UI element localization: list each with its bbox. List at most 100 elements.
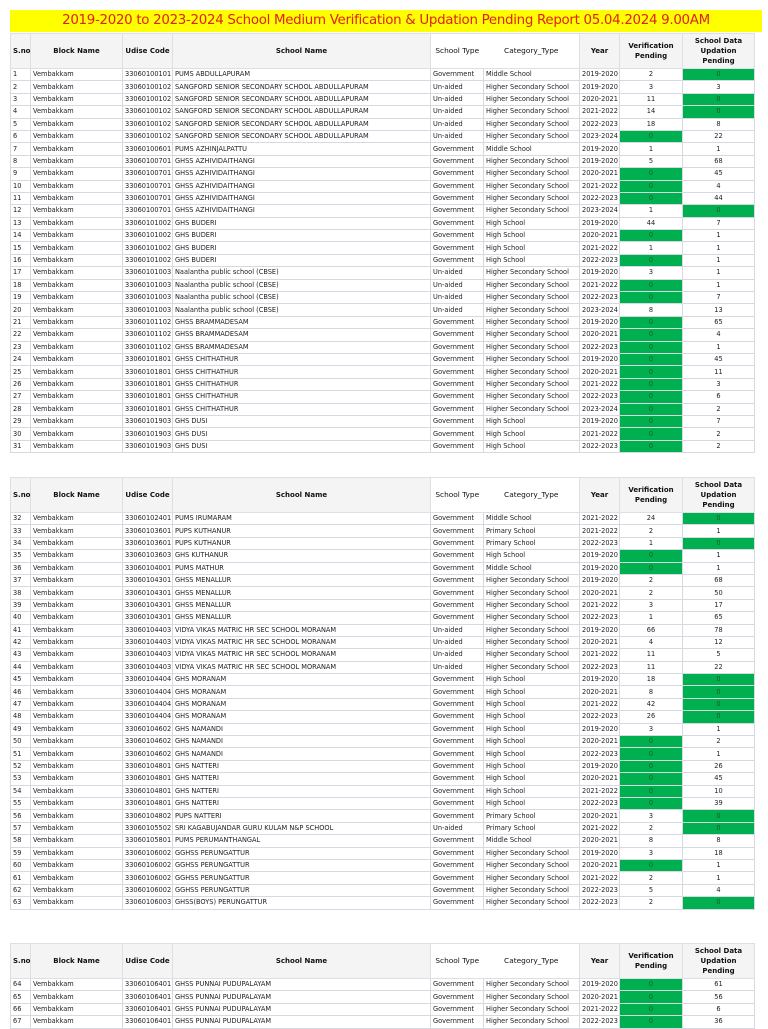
cell-school-type: Government <box>430 673 484 687</box>
cell-sno: 18 <box>10 278 31 293</box>
cell-block-name: Vembakkam <box>30 673 123 687</box>
column-header-school-name: School Name <box>172 33 431 69</box>
cell-year: 2022-2023 <box>579 611 620 625</box>
cell-udise-code: 33060100601 <box>122 142 173 156</box>
column-header-updation-pending: School Data Updation Pending <box>682 33 755 69</box>
cell-sno: 56 <box>10 809 31 823</box>
table-row: 33 Vembakkam 33060103601 PUPS KUTHANUR Gover… <box>10 524 755 538</box>
column-header-category-type: Category_Type <box>483 943 580 979</box>
cell-school-name: GHS DUSI <box>172 439 431 454</box>
cell-school-type: Un-aided <box>430 821 484 836</box>
cell-sno: 22 <box>10 328 31 342</box>
cell-block-name: Vembakkam <box>30 990 123 1004</box>
cell-udise-code: 33060101003 <box>122 303 173 317</box>
cell-school-type: Government <box>430 722 484 737</box>
cell-category-type: High School <box>483 216 580 231</box>
cell-sno: 31 <box>10 439 31 454</box>
cell-school-name: GHSS PUNNAI PUDUPALAYAM <box>172 977 431 992</box>
cell-verification-pending: 3 <box>619 80 683 94</box>
table-row: 42 Vembakkam 33060104403 VIDYA VIKAS MATRIC… <box>10 635 755 650</box>
cell-block-name: Vembakkam <box>30 598 123 613</box>
cell-updation-pending: 78 <box>682 623 755 637</box>
cell-verification-pending: 3 <box>619 266 683 280</box>
cell-sno: 17 <box>10 266 31 280</box>
cell-school-name: GHSS MENALLUR <box>172 611 431 625</box>
cell-year: 2022-2023 <box>579 253 620 268</box>
cell-block-name: Vembakkam <box>30 524 123 538</box>
report-table-section-3: S.no Block Name Udise Code School Name Schoo… <box>10 943 755 1029</box>
cell-udise-code: 33060101903 <box>122 427 173 441</box>
cell-udise-code: 33060104801 <box>122 772 173 786</box>
cell-updation-pending: 1 <box>682 241 755 255</box>
cell-updation-pending: 4 <box>682 179 755 193</box>
cell-school-type: Government <box>430 253 484 268</box>
table-row: 15 Vembakkam 33060101002 GHS BUDERI Governme… <box>10 241 755 255</box>
cell-school-type: Government <box>430 598 484 613</box>
cell-category-type: Higher Secondary School <box>483 623 580 637</box>
cell-block-name: Vembakkam <box>30 549 123 563</box>
cell-sno: 5 <box>10 117 31 131</box>
cell-school-name: GHS BUDERI <box>172 241 431 255</box>
report-table: S.no Block Name Udise Code School Name Schoo… <box>10 477 755 910</box>
table-row: 27 Vembakkam 33060101801 GHSS CHITHATHUR Gov… <box>10 390 755 404</box>
cell-verification-pending: 0 <box>619 390 683 404</box>
cell-udise-code: 33060101801 <box>122 390 173 404</box>
cell-school-name: GHSS PUNNAI PUDUPALAYAM <box>172 1015 431 1029</box>
cell-udise-code: 33060100701 <box>122 179 173 193</box>
cell-verification-pending: 0 <box>619 229 683 243</box>
cell-year: 2021-2022 <box>579 1002 620 1017</box>
cell-school-name: GHS NATTERI <box>172 784 431 799</box>
cell-block-name: Vembakkam <box>30 291 123 305</box>
cell-block-name: Vembakkam <box>30 80 123 94</box>
cell-sno: 59 <box>10 846 31 860</box>
cell-updation-pending: 65 <box>682 611 755 625</box>
cell-sno: 12 <box>10 204 31 218</box>
cell-year: 2022-2023 <box>579 291 620 305</box>
table-row: 45 Vembakkam 33060104404 GHS MORANAM Governm… <box>10 673 755 687</box>
cell-udise-code: 33060101801 <box>122 352 173 367</box>
cell-school-type: Government <box>430 536 484 551</box>
cell-category-type: Higher Secondary School <box>483 635 580 650</box>
cell-verification-pending: 11 <box>619 648 683 662</box>
cell-year: 2019-2020 <box>579 722 620 737</box>
cell-category-type: Higher Secondary School <box>483 573 580 588</box>
cell-udise-code: 33060104301 <box>122 598 173 613</box>
cell-updation-pending: 26 <box>682 759 755 774</box>
cell-verification-pending: 8 <box>619 834 683 848</box>
cell-block-name: Vembakkam <box>30 105 123 119</box>
cell-sno: 34 <box>10 536 31 551</box>
cell-updation-pending: 0 <box>682 105 755 119</box>
cell-year: 2021-2022 <box>579 427 620 441</box>
table-row: 5 Vembakkam 33060100102 SANGFORD SENIOR SEC… <box>10 117 755 131</box>
cell-school-name: PUMS MATHUR <box>172 561 431 575</box>
cell-sno: 60 <box>10 858 31 873</box>
table-row: 40 Vembakkam 33060104301 GHSS MENALLUR Gover… <box>10 611 755 625</box>
cell-school-type: Government <box>430 511 484 526</box>
cell-school-name: VIDYA VIKAS MATRIC HR SEC SCHOOL MORANAM <box>172 635 431 650</box>
cell-verification-pending: 1 <box>619 536 683 551</box>
cell-category-type: High School <box>483 796 580 811</box>
cell-school-name: GHS MORANAM <box>172 710 431 724</box>
cell-year: 2019-2020 <box>579 623 620 637</box>
cell-udise-code: 33060104801 <box>122 759 173 774</box>
table-row: 46 Vembakkam 33060104404 GHS MORANAM Governm… <box>10 685 755 699</box>
cell-block-name: Vembakkam <box>30 697 123 712</box>
cell-school-name: GHSS BRAMMADESAM <box>172 315 431 330</box>
cell-verification-pending: 0 <box>619 796 683 811</box>
cell-udise-code: 33060104301 <box>122 586 173 600</box>
cell-school-type: Government <box>430 561 484 575</box>
cell-block-name: Vembakkam <box>30 253 123 268</box>
cell-school-name: GGHSS PERUNGATTUR <box>172 871 431 885</box>
cell-updation-pending: 39 <box>682 796 755 811</box>
cell-school-type: Government <box>430 573 484 588</box>
table-row: 31 Vembakkam 33060101903 GHS DUSI Government… <box>10 439 755 454</box>
cell-udise-code: 33060103601 <box>122 524 173 538</box>
cell-verification-pending: 0 <box>619 179 683 193</box>
cell-sno: 52 <box>10 759 31 774</box>
cell-year: 2021-2022 <box>579 179 620 193</box>
cell-block-name: Vembakkam <box>30 1002 123 1017</box>
table-row: 19 Vembakkam 33060101003 Naalantha public s… <box>10 291 755 305</box>
cell-category-type: Primary School <box>483 524 580 538</box>
cell-school-type: Government <box>430 179 484 193</box>
cell-year: 2020-2021 <box>579 834 620 848</box>
